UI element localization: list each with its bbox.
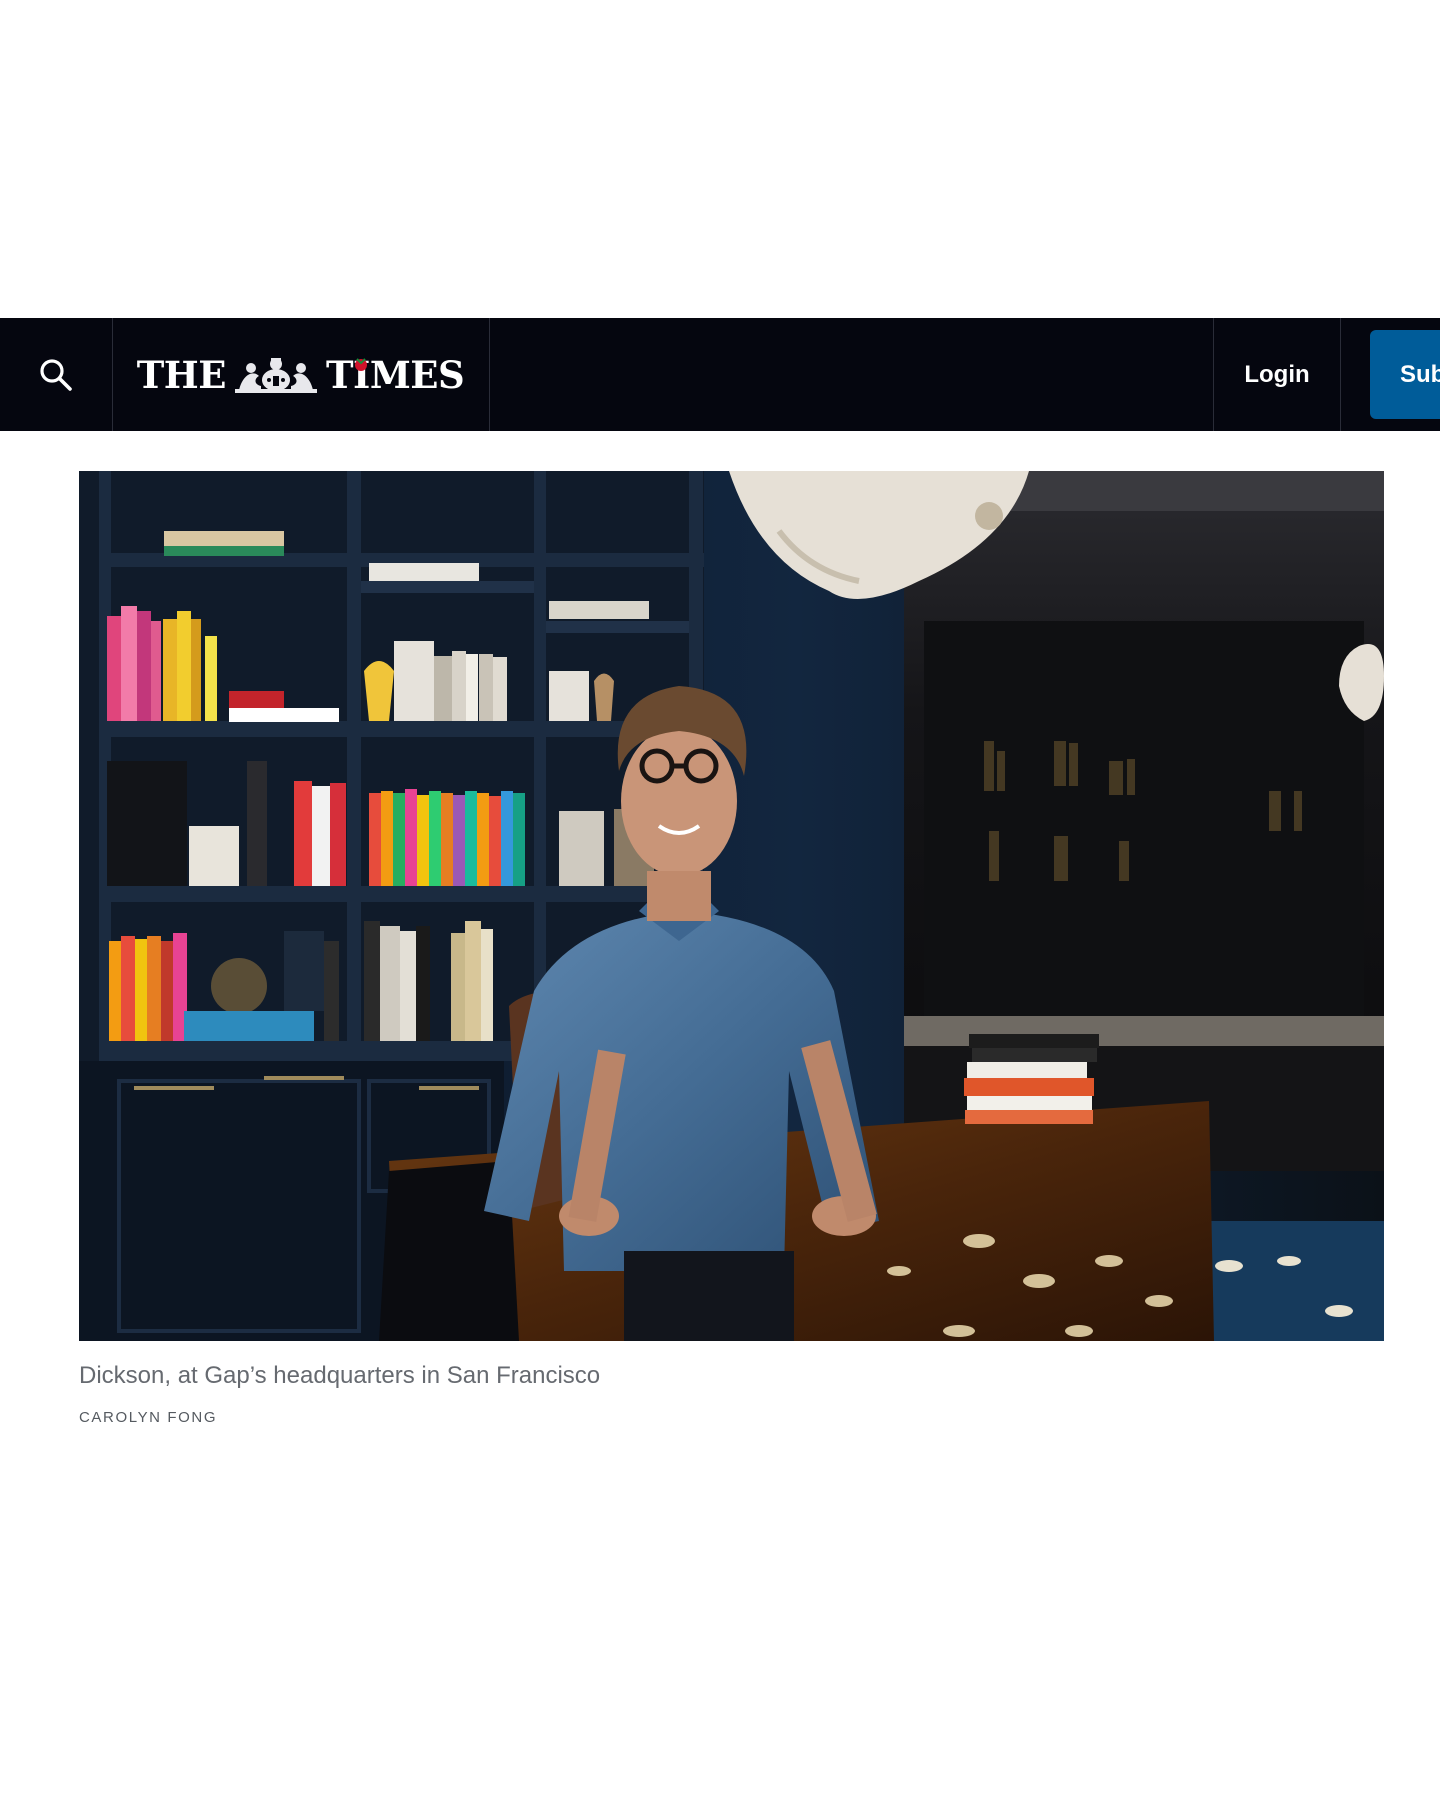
site-header: THE TIMES Login Subscribe: [0, 318, 1440, 431]
rose-icon: [355, 357, 368, 371]
subscribe-button[interactable]: Subscribe: [1370, 330, 1440, 419]
search-icon: [40, 358, 72, 391]
photo-credit: CAROLYN FONG: [79, 1409, 218, 1426]
photo-caption: Dickson, at Gap’s headquarters in San Fr…: [79, 1362, 601, 1389]
search-button[interactable]: [0, 318, 113, 431]
logo-letter-t: T: [325, 352, 354, 397]
top-whitespace: [0, 0, 1440, 318]
logo-letters-mes: MES: [369, 352, 465, 397]
logo-word-times: TI MES: [325, 352, 465, 397]
royal-crest-icon: [234, 357, 317, 393]
logo-letter-i-wrap: I: [353, 353, 370, 397]
login-button[interactable]: Login: [1213, 318, 1341, 431]
logo-word-the: THE: [136, 352, 227, 397]
photo-illustration: [79, 471, 1384, 1341]
article-hero-photo: [79, 471, 1384, 1341]
the-times-logo[interactable]: THE TI MES: [112, 318, 490, 431]
